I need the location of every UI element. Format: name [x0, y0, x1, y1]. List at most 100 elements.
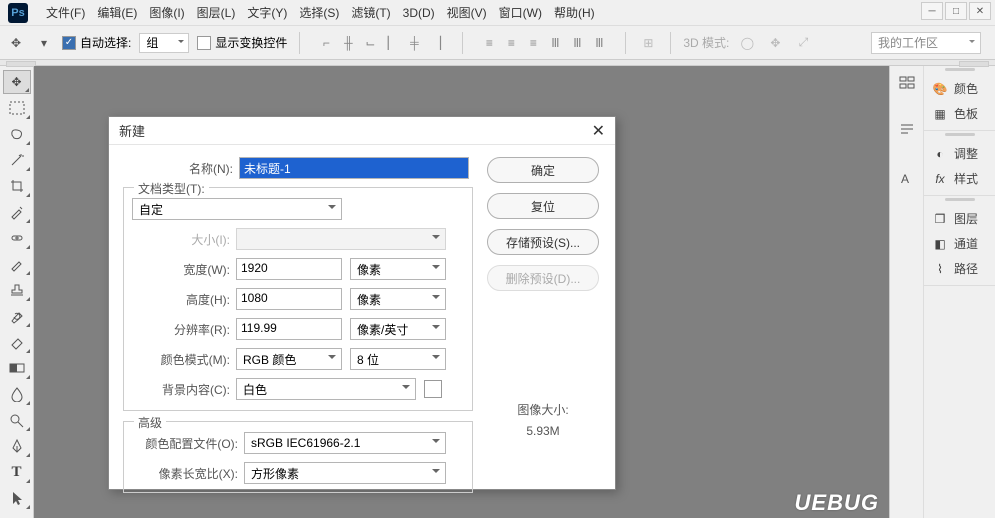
grid-icon: ▦: [932, 106, 948, 122]
type-tool[interactable]: T: [3, 460, 31, 484]
distribute-right-icon[interactable]: Ⅲ: [589, 33, 609, 53]
properties-panel-icon[interactable]: [896, 120, 918, 142]
collapsed-panel-column: A: [890, 66, 924, 518]
move-tool-icon: ✥: [6, 33, 26, 53]
panel-color[interactable]: 🎨颜色: [924, 76, 995, 101]
distribute-vcenter-icon[interactable]: ≡: [501, 33, 521, 53]
advanced-fieldset: 高级 颜色配置文件(O): sRGB IEC61966-2.1 像素长宽比(X)…: [123, 421, 473, 493]
color-profile-select[interactable]: sRGB IEC61966-2.1: [244, 432, 446, 454]
dodge-tool[interactable]: [3, 408, 31, 432]
crop-tool[interactable]: [3, 174, 31, 198]
close-button[interactable]: ✕: [969, 2, 991, 20]
channels-icon: ◧: [932, 236, 948, 252]
align-bottom-icon[interactable]: ⌙: [360, 33, 380, 53]
menu-view[interactable]: 视图(V): [441, 0, 493, 25]
name-input[interactable]: 未标题-1: [239, 157, 469, 179]
eraser-tool[interactable]: [3, 330, 31, 354]
maximize-button[interactable]: □: [945, 2, 967, 20]
distribute-bottom-icon[interactable]: ≡: [523, 33, 543, 53]
blur-tool[interactable]: [3, 382, 31, 406]
marquee-tool[interactable]: [3, 96, 31, 120]
close-icon[interactable]: ✕: [592, 121, 605, 141]
auto-select-checkbox[interactable]: ✓: [62, 36, 76, 50]
show-transform-checkbox[interactable]: [197, 36, 211, 50]
align-hcenter-icon[interactable]: ╪: [404, 33, 424, 53]
mode3d-pan-icon[interactable]: ✥: [765, 33, 785, 53]
menu-select[interactable]: 选择(S): [293, 0, 345, 25]
auto-select-option[interactable]: ✓ 自动选择:: [62, 34, 131, 51]
panel-layers[interactable]: ❒图层: [924, 206, 995, 231]
minimize-button[interactable]: ─: [921, 2, 943, 20]
width-input[interactable]: 1920: [236, 258, 342, 280]
menu-help[interactable]: 帮助(H): [548, 0, 601, 25]
bit-depth-select[interactable]: 8 位: [350, 348, 446, 370]
color-profile-label: 颜色配置文件(O):: [132, 435, 244, 452]
dialog-titlebar[interactable]: 新建 ✕: [109, 117, 615, 145]
height-unit-select[interactable]: 像素: [350, 288, 446, 310]
panel-swatches[interactable]: ▦色板: [924, 101, 995, 126]
menu-window[interactable]: 窗口(W): [493, 0, 548, 25]
show-transform-option[interactable]: 显示变换控件: [197, 34, 287, 51]
align-vcenter-icon[interactable]: ╫: [338, 33, 358, 53]
name-label: 名称(N):: [123, 160, 239, 177]
panel-styles[interactable]: fx样式: [924, 166, 995, 191]
dialog-title-text: 新建: [119, 121, 145, 140]
color-mode-select[interactable]: RGB 颜色: [236, 348, 342, 370]
healing-tool[interactable]: [3, 226, 31, 250]
mode3d-orbit-icon[interactable]: ◯: [737, 33, 757, 53]
distribute-top-icon[interactable]: ≡: [479, 33, 499, 53]
reset-button[interactable]: 复位: [487, 193, 599, 219]
menu-layer[interactable]: 图层(L): [191, 0, 242, 25]
character-panel-icon[interactable]: A: [896, 168, 918, 190]
menu-3d[interactable]: 3D(D): [397, 2, 441, 24]
brush-tool[interactable]: [3, 252, 31, 276]
show-transform-label: 显示变换控件: [215, 34, 287, 51]
eyedropper-tool[interactable]: [3, 200, 31, 224]
align-top-icon[interactable]: ⌐: [316, 33, 336, 53]
options-dropdown-icon[interactable]: ▾: [34, 33, 54, 53]
panel-channels[interactable]: ◧通道: [924, 231, 995, 256]
resolution-label: 分辨率(R):: [132, 321, 236, 338]
gradient-tool[interactable]: [3, 356, 31, 380]
mode3d-zoom-icon[interactable]: ⤢: [793, 33, 813, 53]
menu-edit[interactable]: 编辑(E): [91, 0, 143, 25]
menu-filter[interactable]: 滤镜(T): [345, 0, 396, 25]
pixel-aspect-select[interactable]: 方形像素: [244, 462, 446, 484]
background-color-swatch[interactable]: [424, 380, 442, 398]
history-brush-tool[interactable]: [3, 304, 31, 328]
height-input[interactable]: 1080: [236, 288, 342, 310]
distribute-hcenter-icon[interactable]: Ⅲ: [567, 33, 587, 53]
resolution-input[interactable]: 119.99: [236, 318, 342, 340]
auto-select-label: 自动选择:: [80, 34, 131, 51]
move-tool[interactable]: ✥: [3, 70, 31, 94]
window-controls: ─ □ ✕: [921, 2, 991, 20]
menu-type[interactable]: 文字(Y): [241, 0, 293, 25]
ok-button[interactable]: 确定: [487, 157, 599, 183]
distribute-left-icon[interactable]: Ⅲ: [545, 33, 565, 53]
auto-align-icon[interactable]: ⊞: [638, 33, 658, 53]
pen-tool[interactable]: [3, 434, 31, 458]
align-left-icon[interactable]: ▏: [382, 33, 402, 53]
lasso-tool[interactable]: [3, 122, 31, 146]
background-select[interactable]: 白色: [236, 378, 416, 400]
auto-select-target-dropdown[interactable]: 组: [139, 33, 189, 53]
stamp-tool[interactable]: [3, 278, 31, 302]
panel-paths[interactable]: ⌇路径: [924, 256, 995, 281]
menu-image[interactable]: 图像(I): [143, 0, 190, 25]
history-panel-icon[interactable]: [896, 72, 918, 94]
magic-wand-tool[interactable]: [3, 148, 31, 172]
workspace-dropdown[interactable]: 我的工作区: [871, 32, 981, 54]
advanced-label: 高级: [134, 414, 166, 431]
app-logo: Ps: [8, 3, 28, 23]
resolution-unit-select[interactable]: 像素/英寸: [350, 318, 446, 340]
doc-type-select[interactable]: 自定: [132, 198, 342, 220]
separator: [625, 32, 626, 54]
menu-file[interactable]: 文件(F): [40, 0, 91, 25]
path-select-tool[interactable]: [3, 486, 31, 510]
width-unit-select[interactable]: 像素: [350, 258, 446, 280]
save-preset-button[interactable]: 存储预设(S)...: [487, 229, 599, 255]
panel-adjustments[interactable]: ◐调整: [924, 141, 995, 166]
watermark: UEBUG: [795, 490, 879, 516]
dialog-side-buttons: 确定 复位 存储预设(S)... 删除预设(D)...: [487, 157, 599, 291]
align-right-icon[interactable]: ▕: [426, 33, 446, 53]
